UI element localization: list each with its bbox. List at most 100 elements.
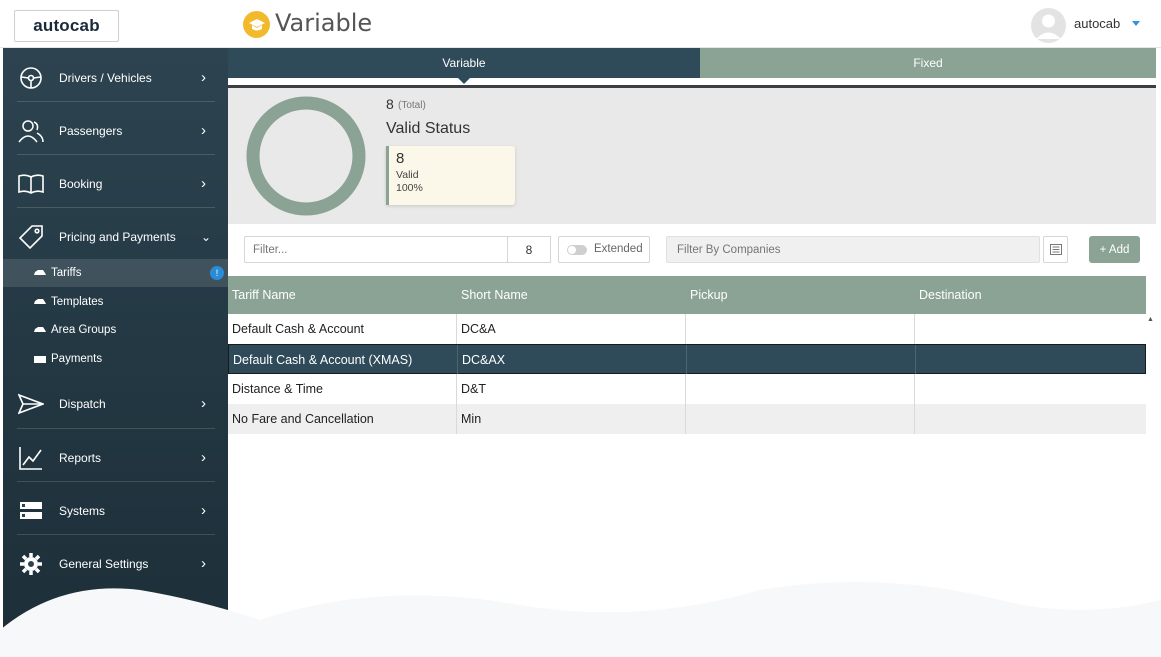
- graduation-cap-icon: [243, 11, 270, 38]
- add-button[interactable]: + Add: [1089, 236, 1140, 263]
- sidebar: Drivers / Vehicles › Passengers › Bookin…: [3, 48, 228, 657]
- tab-variable[interactable]: Variable: [228, 48, 700, 78]
- divider: [17, 428, 215, 429]
- sidebar-item-passengers[interactable]: Passengers ›: [3, 104, 228, 157]
- company-filter-input[interactable]: [666, 236, 1040, 263]
- sidebar-item-label: Systems: [59, 503, 106, 518]
- list-view-button[interactable]: [1043, 236, 1068, 263]
- column-header-pickup[interactable]: Pickup: [686, 276, 915, 314]
- cell-destination: [916, 345, 1145, 375]
- chevron-right-icon: ›: [201, 395, 206, 412]
- caret-down-icon[interactable]: [1132, 21, 1140, 26]
- valid-label: Valid: [396, 169, 419, 181]
- sidebar-item-label: Reports: [59, 450, 102, 465]
- sidebar-subitem-tariffs[interactable]: Tariffs !: [3, 259, 228, 287]
- valid-status-card: 8 Valid 100%: [386, 146, 515, 205]
- page-title: Variable: [275, 9, 373, 37]
- active-tab-pointer: [458, 78, 470, 84]
- car-icon: [34, 327, 46, 332]
- sidebar-item-label: Passengers: [59, 123, 123, 138]
- cell-pickup: [686, 374, 915, 404]
- paper-plane-icon: [17, 390, 45, 418]
- extended-label: Extended: [594, 243, 643, 255]
- chevron-right-icon: ›: [201, 122, 206, 139]
- extended-toggle[interactable]: Extended: [558, 236, 650, 263]
- filter-input[interactable]: [244, 236, 508, 263]
- chevron-down-icon: ⌄: [201, 229, 212, 244]
- column-header-tariff-name[interactable]: Tariff Name: [228, 276, 457, 314]
- total-label: (Total): [398, 100, 426, 111]
- top-header: autocab Variable autocab: [0, 0, 1161, 48]
- car-icon: [34, 299, 46, 304]
- scroll-up-arrow[interactable]: ▲: [1147, 316, 1154, 323]
- car-icon: [34, 270, 46, 275]
- table-row[interactable]: Default Cash & Account DC&A: [228, 314, 1146, 344]
- chevron-right-icon: ›: [201, 175, 206, 192]
- main-content: Variable Fixed 8 (Total) Valid Status 8 …: [228, 48, 1156, 657]
- chevron-right-icon: ›: [201, 502, 206, 519]
- tag-icon: [17, 223, 45, 251]
- sidebar-item-booking[interactable]: Booking ›: [3, 157, 228, 210]
- cell-destination: [915, 404, 1146, 434]
- valid-status-donut-arc: [246, 96, 366, 216]
- cell-destination: [915, 374, 1146, 404]
- cell-tariff-name: Distance & Time: [228, 374, 457, 404]
- valid-count: 8: [396, 150, 405, 167]
- valid-status-donut: [246, 96, 366, 216]
- autocab-logo[interactable]: autocab: [14, 10, 119, 42]
- sidebar-item-reports[interactable]: Reports ›: [3, 431, 228, 484]
- sidebar-item-pricing-payments[interactable]: Pricing and Payments ⌄: [3, 210, 228, 263]
- sidebar-item-label: Drivers / Vehicles: [59, 70, 152, 85]
- people-icon: [17, 117, 45, 145]
- sidebar-subitem-area-groups[interactable]: Area Groups: [3, 316, 228, 344]
- cell-pickup: [686, 314, 915, 344]
- alert-badge: !: [210, 266, 224, 280]
- cell-tariff-name: No Fare and Cancellation: [228, 404, 457, 434]
- sidebar-item-label: Dispatch: [59, 396, 106, 411]
- tab-bar: Variable Fixed: [228, 48, 1156, 78]
- server-icon: [17, 497, 45, 525]
- divider: [17, 101, 215, 102]
- chevron-right-icon: ›: [201, 69, 206, 86]
- chevron-right-icon: ›: [201, 449, 206, 466]
- cell-tariff-name: Default Cash & Account: [228, 314, 457, 344]
- column-header-destination[interactable]: Destination: [915, 276, 1146, 314]
- sidebar-subitem-templates[interactable]: Templates: [3, 288, 228, 316]
- cell-short-name: DC&A: [457, 314, 686, 344]
- sidebar-item-dispatch[interactable]: Dispatch ›: [3, 377, 228, 430]
- column-header-short-name[interactable]: Short Name: [457, 276, 686, 314]
- user-name[interactable]: autocab: [1074, 16, 1120, 31]
- sidebar-item-label: Booking: [59, 176, 103, 191]
- steering-wheel-icon: [17, 64, 45, 92]
- book-icon: [17, 170, 45, 198]
- cell-destination: [915, 314, 1146, 344]
- sidebar-item-label: Pricing and Payments: [59, 229, 176, 244]
- list-icon: [1049, 244, 1062, 255]
- table-row-selected[interactable]: Default Cash & Account (XMAS) DC&AX: [228, 344, 1146, 375]
- table-row[interactable]: No Fare and Cancellation Min: [228, 404, 1146, 434]
- snow-decoration: [0, 582, 1161, 657]
- money-icon: [34, 356, 46, 363]
- cell-tariff-name: Default Cash & Account (XMAS): [229, 345, 458, 375]
- sidebar-subitem-label: Templates: [51, 296, 104, 308]
- sidebar-subitem-label: Area Groups: [51, 324, 117, 336]
- sidebar-subitem-label: Payments: [51, 353, 103, 365]
- chart-line-icon: [17, 444, 45, 472]
- sidebar-subitem-label: Tariffs: [51, 267, 82, 279]
- divider: [17, 154, 215, 155]
- sidebar-subitem-payments[interactable]: Payments: [3, 345, 228, 373]
- tab-fixed[interactable]: Fixed: [700, 48, 1156, 78]
- cell-pickup: [686, 404, 915, 434]
- cell-pickup: [687, 345, 916, 375]
- sidebar-item-systems[interactable]: Systems ›: [3, 484, 228, 537]
- cell-short-name: D&T: [457, 374, 686, 404]
- table-row[interactable]: Distance & Time D&T: [228, 374, 1146, 404]
- filter-bar: 8 Extended + Add: [228, 224, 1156, 274]
- cell-short-name: DC&AX: [458, 345, 687, 375]
- user-avatar[interactable]: [1031, 8, 1066, 43]
- cell-short-name: Min: [457, 404, 686, 434]
- table-header: Tariff Name Short Name Pickup Destinatio…: [228, 276, 1146, 314]
- toggle-switch[interactable]: [567, 245, 587, 255]
- sidebar-item-drivers-vehicles[interactable]: Drivers / Vehicles ›: [3, 51, 228, 104]
- divider: [17, 481, 215, 482]
